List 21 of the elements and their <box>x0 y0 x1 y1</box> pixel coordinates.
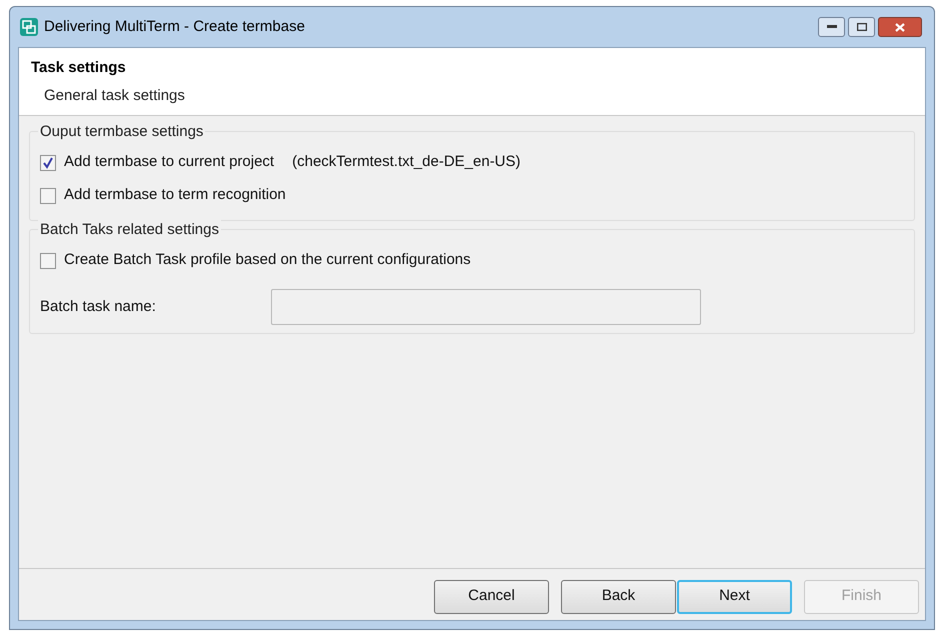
dialog-button[interactable]: Cancel <box>434 580 549 614</box>
field-label: Batch task name: <box>40 296 157 317</box>
dialog-button[interactable]: Next <box>677 580 792 614</box>
maximize-icon <box>856 23 866 31</box>
close-button[interactable] <box>878 17 922 37</box>
checkbox-label[interactable]: Create Batch Task profile based on the current configurations <box>64 249 471 272</box>
window-title: Delivering MultiTerm - Create termbase <box>44 16 305 37</box>
dialog-button[interactable]: Back <box>561 580 676 614</box>
close-icon <box>895 22 905 32</box>
minimize-icon <box>826 25 836 29</box>
page-subtitle: General task settings <box>44 86 186 106</box>
checkbox-label[interactable]: Add termbase to term recognition <box>64 184 286 207</box>
project-name: (checkTermtest.txt_de-DE_en-US) <box>292 152 521 172</box>
checkbox[interactable] <box>40 154 56 170</box>
page-title: Task settings <box>31 58 127 78</box>
checkbox-label[interactable]: Add termbase to current project <box>64 151 274 174</box>
checkbox[interactable] <box>40 252 56 268</box>
checkbox[interactable] <box>40 188 56 204</box>
minimize-button[interactable] <box>818 17 845 37</box>
app-icon <box>20 18 38 36</box>
maximize-button[interactable] <box>848 17 875 37</box>
